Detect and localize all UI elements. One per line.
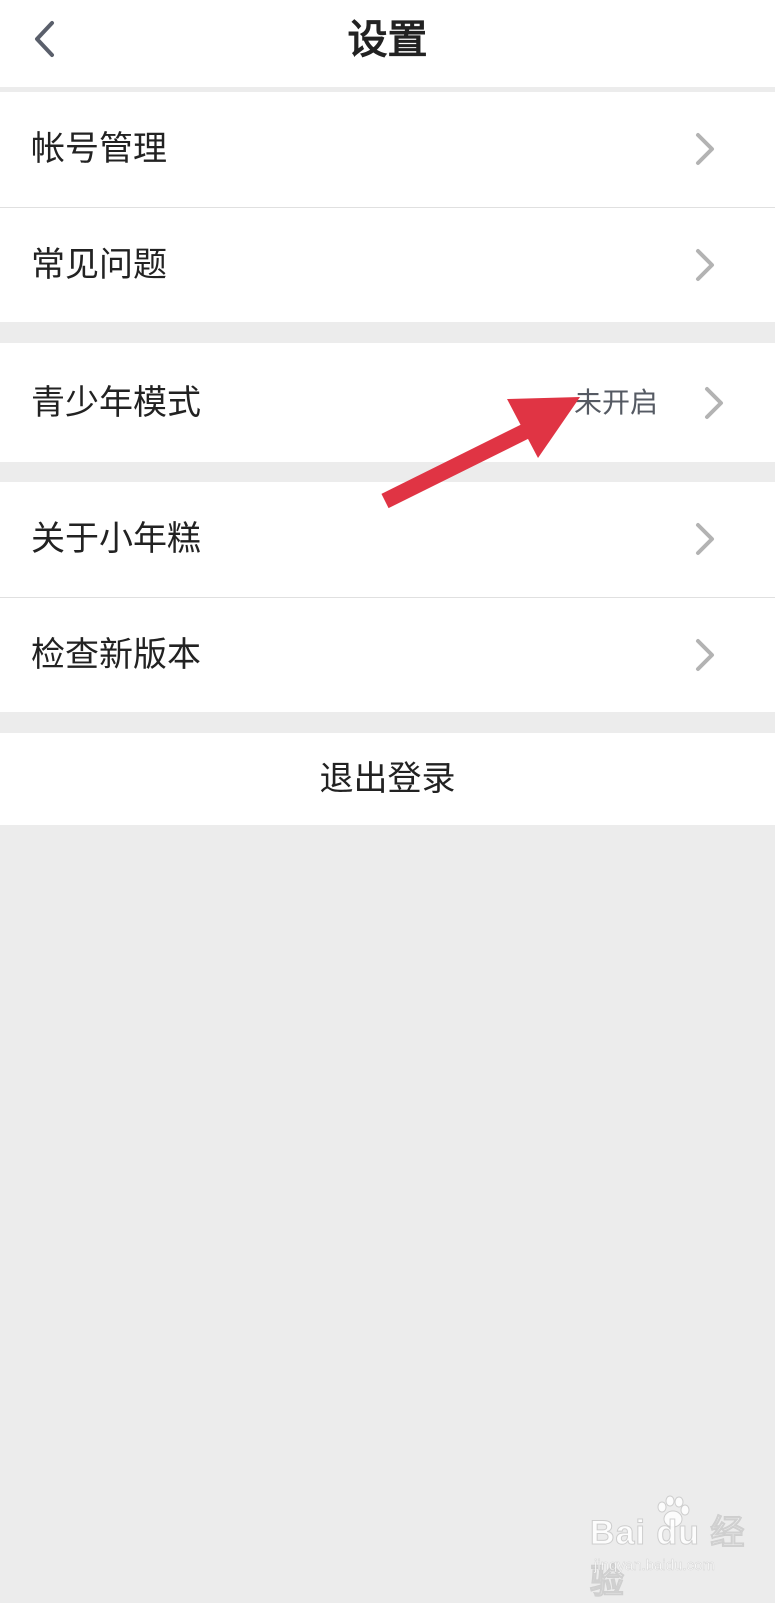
settings-item-about[interactable]: 关于小年糕 — [0, 482, 775, 597]
logout-label: 退出登录 — [319, 759, 456, 799]
watermark-domain: jingyan.baidu.com — [594, 1557, 715, 1575]
settings-item-label: 帐号管理 — [31, 129, 167, 169]
teen-mode-status: 未开启 — [573, 386, 658, 419]
chevron-right-icon — [696, 249, 714, 281]
settings-item-label: 关于小年糕 — [31, 519, 201, 559]
chevron-right-icon — [696, 523, 714, 555]
settings-item-label: 检查新版本 — [31, 635, 201, 675]
chevron-right-icon — [696, 133, 714, 165]
settings-item-check-update[interactable]: 检查新版本 — [0, 598, 775, 712]
chevron-right-icon — [696, 639, 714, 671]
paw-icon — [657, 1495, 690, 1528]
watermark-brand: Bai du 经验 — [590, 1514, 746, 1602]
settings-item-label: 青少年模式 — [31, 383, 201, 423]
watermark: Bai du 经验 jingyan.baidu.com — [590, 1495, 760, 1602]
settings-item-account-management[interactable]: 帐号管理 — [0, 92, 775, 207]
settings-item-faq[interactable]: 常见问题 — [0, 208, 775, 322]
nav-bar: 设置 — [0, 0, 775, 92]
page-title: 设置 — [347, 17, 428, 63]
chevron-right-icon — [705, 387, 723, 419]
logout-button[interactable]: 退出登录 — [0, 733, 775, 825]
settings-item-teen-mode[interactable]: 青少年模式 未开启 — [0, 343, 775, 462]
settings-item-label: 常见问题 — [31, 245, 167, 285]
